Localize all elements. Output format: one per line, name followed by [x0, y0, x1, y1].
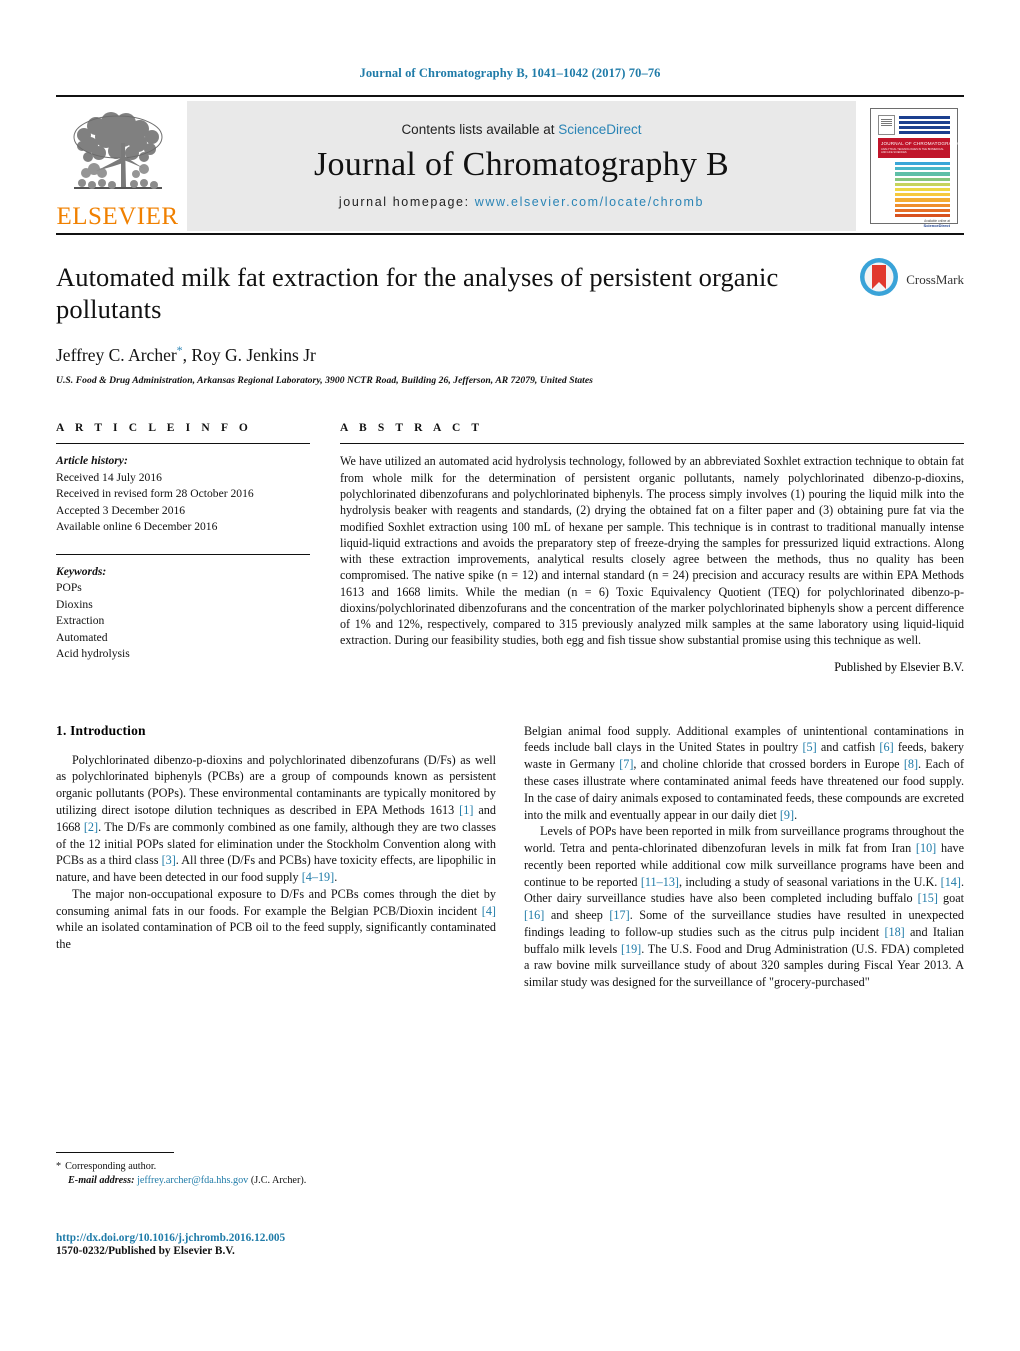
- email-label: E-mail address:: [68, 1175, 135, 1187]
- abstract-published-by: Published by Elsevier B.V.: [834, 659, 964, 674]
- crossmark-label: CrossMark: [906, 271, 964, 287]
- introduction-right-text: Belgian animal food supply. Additional e…: [524, 723, 964, 991]
- history-item: Received 14 July 2016: [56, 470, 162, 484]
- email-owner: (J.C. Archer).: [250, 1175, 307, 1187]
- paragraph: Levels of POPs have been reported in mil…: [524, 824, 965, 990]
- elsevier-wordmark: ELSEVIER: [56, 203, 179, 230]
- cover-band-subtitle: ANALYTICAL TECHNOLOGIES IN THE BIOMEDICA…: [881, 148, 944, 154]
- homepage-prefix: journal homepage:: [338, 194, 475, 209]
- body-columns: 1. Introduction Polychlorinated dibenzo-…: [56, 723, 964, 991]
- corresponding-author-note: * Corresponding author. E-mail address: j…: [56, 1160, 474, 1189]
- author-names: Jeffrey C. Archer: [56, 344, 177, 365]
- article-history: Article history: Received 14 July 2016 R…: [56, 453, 310, 535]
- cover-band-title: JOURNAL OF CHROMATOGRAPHY B: [881, 141, 967, 146]
- paragraph: Belgian animal food supply. Additional e…: [524, 723, 965, 822]
- cover-color-stripes: [878, 162, 950, 218]
- section-heading-introduction: 1. Introduction: [56, 722, 146, 738]
- keyword-item: POPs: [56, 581, 82, 595]
- cover-badge-icon: [878, 115, 895, 135]
- contents-prefix: Contents lists available at: [401, 121, 559, 137]
- history-item: Accepted 3 December 2016: [56, 503, 186, 517]
- abstract-rule: [340, 443, 964, 445]
- paragraph: Polychlorinated dibenzo-p-dioxins and po…: [56, 752, 496, 885]
- keyword-item: Extraction: [56, 614, 105, 628]
- footnote-block: * Corresponding author. E-mail address: j…: [56, 1152, 474, 1189]
- article-info-column: A R T I C L E I N F O Article history: R…: [56, 422, 332, 674]
- crossmark-icon: [859, 257, 899, 302]
- sciencedirect-link[interactable]: ScienceDirect: [558, 122, 641, 137]
- masthead-center: Contents lists available at ScienceDirec…: [187, 101, 856, 231]
- cover-title-band: JOURNAL OF CHROMATOGRAPHY B ANALYTICAL T…: [878, 138, 967, 158]
- introduction-left-text: Polychlorinated dibenzo-p-dioxins and po…: [56, 752, 496, 953]
- journal-masthead: ELSEVIER Contents lists available at Sci…: [56, 95, 967, 235]
- cover-footer-brand: ScienceDirect: [923, 223, 950, 229]
- keyword-item: Dioxins: [56, 597, 93, 611]
- history-item: Available online 6 December 2016: [56, 520, 218, 534]
- doi-link[interactable]: http://dx.doi.org/10.1016/j.jchromb.2016…: [56, 1232, 285, 1244]
- article-page: Journal of Chromatography B, 1041–1042 (…: [0, 0, 1020, 1351]
- journal-homepage-line: journal homepage: www.elsevier.com/locat…: [339, 195, 704, 209]
- journal-homepage-link[interactable]: www.elsevier.com/locate/chromb: [475, 195, 704, 209]
- journal-title: Journal of Chromatography B: [313, 145, 730, 183]
- running-head: Journal of Chromatography B, 1041–1042 (…: [359, 66, 661, 80]
- masthead-top-rule: [56, 95, 964, 97]
- email-link[interactable]: jeffrey.archer@fda.hhs.gov: [137, 1175, 248, 1186]
- body-column-right: Belgian animal food supply. Additional e…: [524, 723, 964, 991]
- author-list: Jeffrey C. Archer*, Roy G. Jenkins Jr: [56, 342, 316, 365]
- abstract-text: We have utilized an automated acid hydro…: [340, 454, 964, 648]
- cover-top-bars: [899, 115, 950, 135]
- crossmark-badge[interactable]: CrossMark: [859, 257, 964, 302]
- page-title: Automated milk fat extraction for the an…: [56, 262, 779, 325]
- elsevier-logo: ELSEVIER: [56, 101, 179, 231]
- keywords-rule: [56, 553, 310, 555]
- article-info-rule: [56, 443, 310, 445]
- abstract-column: A B S T R A C T We have utilized an auto…: [332, 422, 964, 674]
- keywords-block: Keywords: POPs Dioxins Extraction Automa…: [56, 564, 310, 663]
- footnote-rule: [56, 1152, 174, 1153]
- elsevier-tree-icon: [66, 111, 170, 203]
- keyword-item: Acid hydrolysis: [56, 647, 130, 661]
- corresponding-author-label: Corresponding author.: [65, 1161, 157, 1172]
- keywords-label: Keywords:: [56, 564, 107, 578]
- title-block: Automated milk fat extraction for the an…: [56, 235, 964, 386]
- issn-publisher-line: 1570-0232/Published by Elsevier B.V.: [56, 1245, 235, 1257]
- info-abstract-row: A R T I C L E I N F O Article history: R…: [56, 422, 964, 674]
- article-history-label: Article history:: [56, 454, 128, 468]
- footnote-marker: *: [56, 1161, 62, 1172]
- keyword-item: Automated: [56, 630, 108, 644]
- history-item: Received in revised form 28 October 2016: [56, 487, 254, 501]
- contents-available-line: Contents lists available at ScienceDirec…: [401, 122, 641, 137]
- body-column-left: 1. Introduction Polychlorinated dibenzo-…: [56, 723, 496, 991]
- journal-cover-thumbnail: JOURNAL OF CHROMATOGRAPHY B ANALYTICAL T…: [864, 101, 967, 231]
- doi-block: http://dx.doi.org/10.1016/j.jchromb.2016…: [56, 1232, 285, 1257]
- paragraph: The major non-occupational exposure to D…: [56, 886, 496, 952]
- cover-footer: Available online at ScienceDirect: [878, 219, 950, 228]
- author-affiliation: U.S. Food & Drug Administration, Arkansa…: [56, 375, 593, 387]
- article-info-heading: A R T I C L E I N F O: [56, 422, 252, 435]
- abstract-heading: A B S T R A C T: [340, 422, 484, 435]
